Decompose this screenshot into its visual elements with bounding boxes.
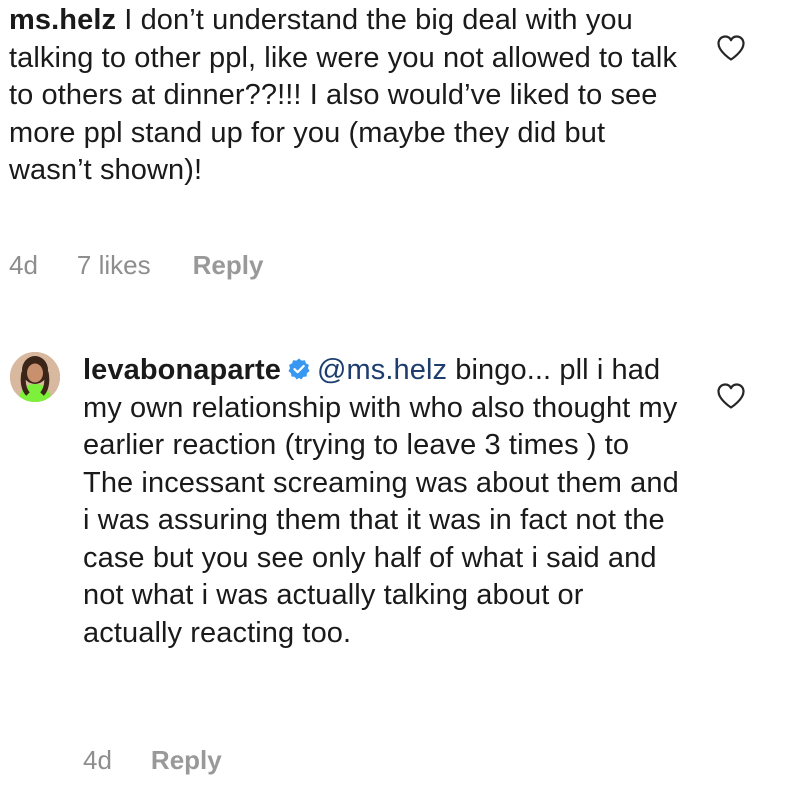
comment-meta: 4d Reply — [83, 745, 222, 776]
avatar[interactable] — [10, 352, 60, 402]
heart-outline-icon[interactable] — [716, 34, 746, 62]
comment-meta: 4d 7 likes Reply — [9, 250, 263, 281]
comment-text: levabonaparte @ms.helz bingo... pll i ha… — [83, 352, 683, 652]
verified-badge-icon — [288, 358, 310, 380]
comment-timestamp: 4d — [9, 250, 38, 280]
reply-button[interactable]: Reply — [193, 250, 264, 281]
comment-username[interactable]: ms.helz — [9, 4, 116, 36]
comment-mention[interactable]: @ms.helz — [317, 354, 447, 386]
comment-username[interactable]: levabonaparte — [83, 354, 281, 386]
comment-text: ms.helz I don’t understand the big deal … — [9, 2, 689, 190]
comment-body: bingo... pll i had my own relationship w… — [83, 354, 679, 649]
heart-outline-icon[interactable] — [716, 382, 746, 410]
reply-button[interactable]: Reply — [151, 745, 222, 776]
comment-like-count[interactable]: 7 likes — [77, 250, 151, 281]
comment-timestamp: 4d — [83, 745, 112, 775]
avatar-image — [10, 352, 60, 402]
